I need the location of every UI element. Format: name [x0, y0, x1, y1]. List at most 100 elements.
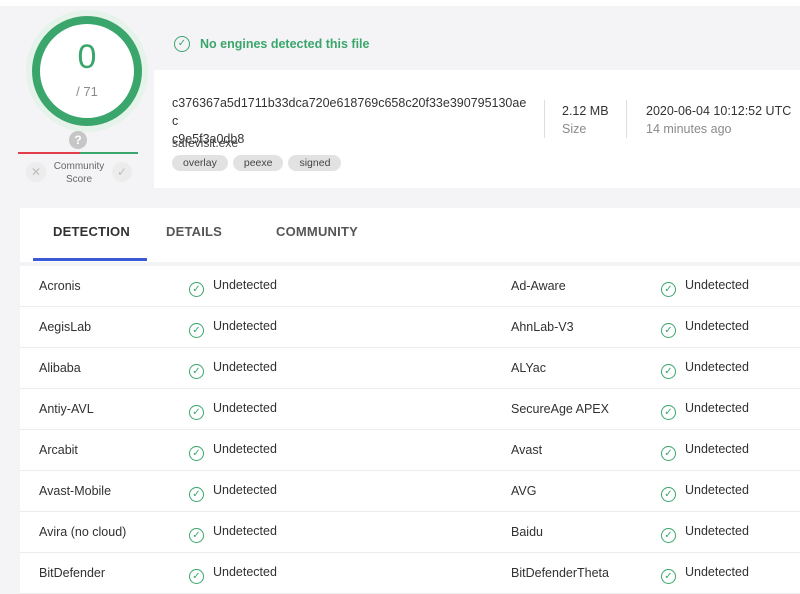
status-label: Undetected [213, 565, 277, 579]
engine-name: BitDefenderTheta [511, 566, 609, 580]
table-row: Alibaba ✓ Undetected ALYac ✓ Undetected [20, 348, 800, 389]
check-circle-icon: ✓ [189, 364, 204, 379]
divider [626, 100, 627, 138]
engine-name: Avira (no cloud) [39, 525, 127, 539]
engine-total: / 71 [76, 84, 98, 99]
file-size-label: Size [562, 122, 587, 136]
table-row: AegisLab ✓ Undetected AhnLab-V3 ✓ Undetect… [20, 307, 800, 348]
tag-signed[interactable]: signed [288, 155, 342, 171]
status-label: Undetected [213, 483, 277, 497]
check-circle-icon: ✓ [189, 405, 204, 420]
question-icon[interactable]: ? [69, 131, 87, 149]
result-banner: ✓ No engines detected this file [154, 16, 800, 70]
result-banner-text: No engines detected this file [200, 37, 370, 51]
file-hash-line1: c376367a5d1711b33dca720e618769c658c20f33… [172, 96, 527, 128]
check-circle-icon: ✓ [661, 487, 676, 502]
status-label: Undetected [685, 360, 749, 374]
engine-name: Alibaba [39, 361, 81, 375]
status-label: Undetected [213, 442, 277, 456]
check-circle-icon: ✓ [661, 405, 676, 420]
table-row: Antiy-AVL ✓ Undetected SecureAge APEX ✓ Un… [20, 389, 800, 430]
status-label: Undetected [213, 278, 277, 292]
engine-status: ✓ Undetected [661, 483, 749, 502]
tab-details[interactable]: DETAILS [166, 224, 222, 239]
status-label: Undetected [213, 360, 277, 374]
tab-detection[interactable]: DETECTION [53, 224, 130, 239]
check-circle-icon: ✓ [189, 446, 204, 461]
check-circle-icon: ✓ [661, 282, 676, 297]
community-score-label: Community Score [52, 160, 106, 186]
status-label: Undetected [685, 483, 749, 497]
analysis-relative-time: 14 minutes ago [646, 122, 732, 136]
status-label: Undetected [213, 524, 277, 538]
engine-status: ✓ Undetected [189, 401, 277, 420]
engine-name: Antiy-AVL [39, 402, 94, 416]
check-circle-icon: ✓ [189, 487, 204, 502]
check-circle-icon: ✓ [661, 528, 676, 543]
status-label: Undetected [685, 524, 749, 538]
engine-status: ✓ Undetected [661, 442, 749, 461]
engine-status: ✓ Undetected [661, 319, 749, 338]
engine-status: ✓ Undetected [661, 524, 749, 543]
engine-name: BitDefender [39, 566, 106, 580]
engine-name: ALYac [511, 361, 546, 375]
check-circle-icon: ✓ [189, 282, 204, 297]
table-row: Avira (no cloud) ✓ Undetected Baidu ✓ Unde… [20, 512, 800, 553]
file-name: safevisit.exe [172, 136, 239, 150]
community-label-line1: Community [53, 161, 105, 172]
table-row: Acronis ✓ Undetected Ad-Aware ✓ Undetected [20, 266, 800, 307]
table-row: Arcabit ✓ Undetected Avast ✓ Undetected [20, 430, 800, 471]
engine-status: ✓ Undetected [661, 278, 749, 297]
engine-name: Baidu [511, 525, 543, 539]
tab-community[interactable]: COMMUNITY [276, 224, 358, 239]
status-label: Undetected [213, 401, 277, 415]
check-circle-icon: ✓ [189, 323, 204, 338]
vote-malicious-button[interactable]: ✕ [26, 162, 46, 182]
detection-count: 0 [77, 38, 97, 76]
status-label: Undetected [685, 278, 749, 292]
detection-score-widget: 0 / 71 ? ✕ Community Score ✓ [18, 10, 142, 188]
community-bar-harmless [80, 152, 138, 154]
status-label: Undetected [685, 442, 749, 456]
tag-overlay[interactable]: overlay [172, 155, 228, 171]
engine-name: Avast [511, 443, 543, 457]
engine-name: AVG [511, 484, 537, 498]
engine-status: ✓ Undetected [661, 360, 749, 379]
engine-name: AhnLab-V3 [511, 320, 574, 334]
top-strip [0, 0, 800, 6]
check-circle-icon: ✓ [661, 446, 676, 461]
engine-status: ✓ Undetected [189, 319, 277, 338]
engine-status: ✓ Undetected [189, 483, 277, 502]
engine-name: SecureAge APEX [511, 402, 609, 416]
engine-status: ✓ Undetected [189, 278, 277, 297]
score-ring: 0 / 71 [32, 16, 142, 126]
engine-status: ✓ Undetected [189, 565, 277, 584]
status-label: Undetected [685, 565, 749, 579]
check-circle-icon: ✓ [661, 364, 676, 379]
active-tab-indicator [33, 258, 147, 261]
engine-name: Ad-Aware [511, 279, 566, 293]
status-label: Undetected [685, 319, 749, 333]
detection-table: Acronis ✓ Undetected Ad-Aware ✓ Undetected… [20, 266, 800, 594]
file-summary-card: ✓ No engines detected this file c376367a… [154, 16, 800, 188]
file-size-value: 2.12 MB [562, 104, 609, 118]
engine-name: Avast-Mobile [39, 484, 112, 498]
community-bar-malicious [18, 152, 80, 154]
table-row: Avast-Mobile ✓ Undetected AVG ✓ Undetected [20, 471, 800, 512]
divider [544, 100, 545, 138]
table-row: BitDefender ✓ Undetected BitDefenderTheta… [20, 553, 800, 594]
engine-status: ✓ Undetected [189, 524, 277, 543]
engine-name: AegisLab [39, 320, 92, 334]
check-circle-icon: ✓ [661, 323, 676, 338]
engine-status: ✓ Undetected [189, 360, 277, 379]
status-label: Undetected [213, 319, 277, 333]
engine-name: Acronis [39, 279, 81, 293]
tab-bar: DETECTION DETAILS COMMUNITY [20, 208, 800, 262]
engine-status: ✓ Undetected [189, 442, 277, 461]
vote-harmless-button[interactable]: ✓ [112, 162, 132, 182]
tag-peexe[interactable]: peexe [232, 155, 284, 171]
engine-status: ✓ Undetected [661, 401, 749, 420]
file-tags: overlay peexe signed [172, 153, 346, 171]
analysis-date: 2020-06-04 10:12:52 UTC [646, 104, 792, 118]
status-label: Undetected [685, 401, 749, 415]
